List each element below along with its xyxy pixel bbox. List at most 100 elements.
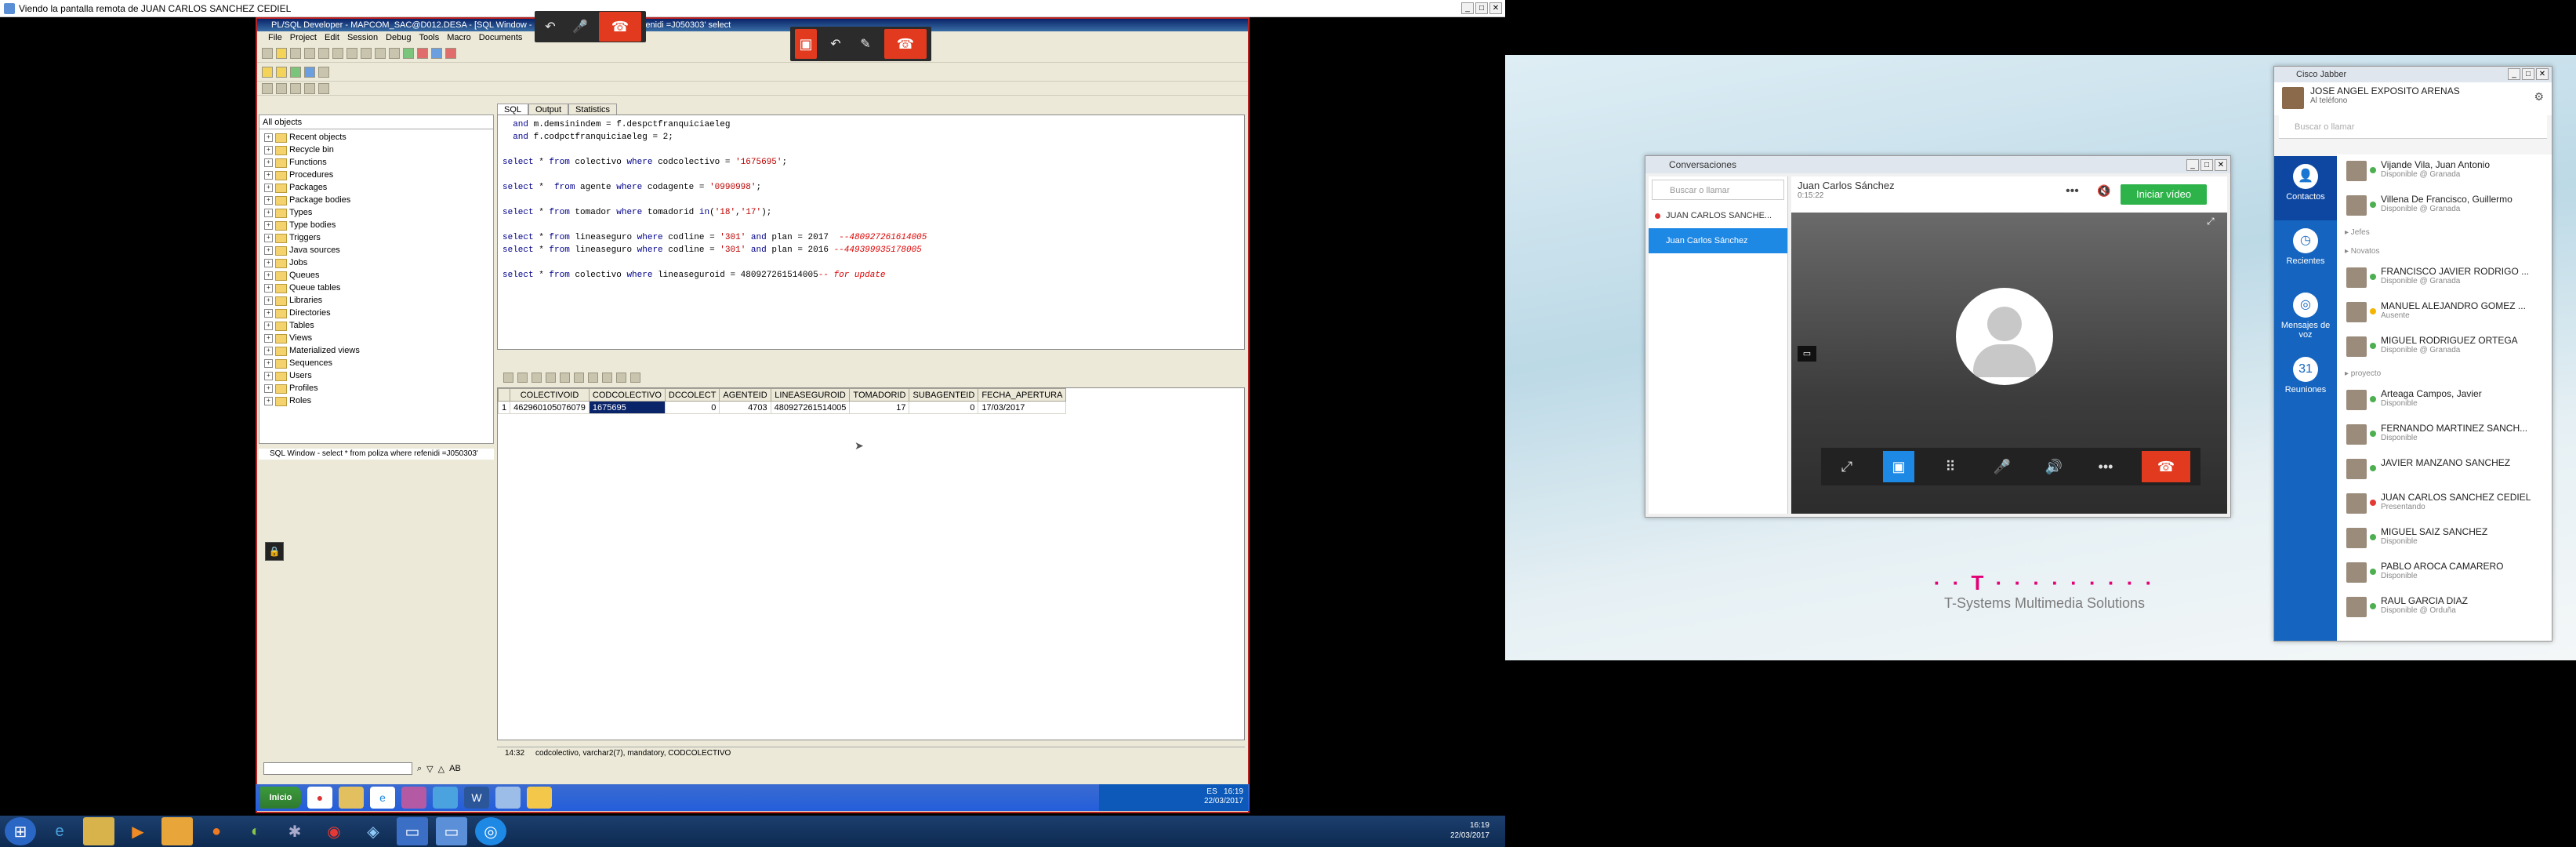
microphone-mute-icon[interactable]: 🎤 [1986, 451, 2018, 482]
object-tree-item[interactable]: Sequences [259, 357, 493, 369]
object-tree-item[interactable]: Triggers [259, 231, 493, 244]
contact-item[interactable]: MANUEL ALEJANDRO GOMEZ ... Ausente [2337, 296, 2552, 330]
object-tree-item[interactable]: Queue tables [259, 282, 493, 294]
save-icon[interactable] [290, 47, 301, 59]
settings-icon[interactable]: ✱ [279, 817, 310, 845]
refresh-icon[interactable] [262, 82, 273, 94]
object-tree-item[interactable]: Type bodies [259, 219, 493, 231]
app-task-icon[interactable] [433, 787, 458, 809]
more-icon[interactable]: ••• [2066, 184, 2079, 198]
post-icon[interactable] [560, 372, 570, 383]
table-cell[interactable]: 4703 [719, 401, 771, 414]
chart-icon[interactable] [630, 372, 640, 383]
folder-icon[interactable] [339, 787, 364, 809]
help-icon[interactable] [318, 66, 329, 78]
connection-icon[interactable] [276, 66, 287, 78]
object-tree-item[interactable]: Recent objects [259, 131, 493, 144]
binoculars-icon[interactable] [304, 82, 315, 94]
jabber-host-icon[interactable]: ◎ [475, 817, 506, 845]
print-icon[interactable] [304, 47, 315, 59]
object-tree-item[interactable]: Recycle bin [259, 144, 493, 156]
find-icon[interactable] [389, 47, 400, 59]
find-binoculars-icon[interactable]: ⌕ [417, 764, 422, 774]
menu-session[interactable]: Session [347, 31, 378, 44]
speaker-icon[interactable]: 🔊 [2038, 451, 2070, 482]
contact-item[interactable]: MIGUEL RODRIGUEZ ORTEGA Disponible @ Gran… [2337, 330, 2552, 365]
insert-record-icon[interactable] [532, 372, 542, 383]
column-header[interactable]: LINEASEGUROID [770, 388, 851, 402]
undo-icon[interactable] [318, 47, 329, 59]
chrome-host-icon[interactable]: ◉ [318, 817, 350, 845]
more-options-icon[interactable]: ••• [2090, 451, 2121, 482]
lock-record-icon[interactable] [517, 372, 528, 383]
redo-icon[interactable] [332, 47, 343, 59]
menu-macro[interactable]: Macro [447, 31, 471, 44]
contact-item[interactable]: PABLO AROCA CAMARERO Disponible [2337, 556, 2552, 591]
find-up-icon[interactable]: △ [438, 764, 444, 774]
conversation-item-selected[interactable]: Juan Carlos Sánchez [1649, 228, 1787, 253]
firefox-icon[interactable]: ● [201, 817, 232, 845]
keypad-icon[interactable]: ⠿ [1935, 451, 1966, 482]
commit-icon[interactable] [431, 47, 442, 59]
copy-icon[interactable] [361, 47, 372, 59]
column-header[interactable]: TOMADORID [849, 388, 910, 402]
table-cell[interactable]: 462960105076079 [510, 401, 590, 414]
contact-group-header[interactable]: ▸ Novatos [2337, 242, 2552, 261]
find-down-icon[interactable]: ▽ [426, 764, 433, 774]
paint-icon[interactable] [527, 787, 552, 809]
nav-voicemail[interactable]: ◎ Mensajes de voz [2274, 285, 2337, 349]
contact-item[interactable]: JAVIER MANZANO SANCHEZ [2337, 453, 2552, 487]
remove-icon[interactable] [290, 82, 301, 94]
rollback-icon[interactable] [445, 47, 456, 59]
menu-tools[interactable]: Tools [419, 31, 440, 44]
plsql-task-icon[interactable] [401, 787, 426, 809]
object-tree-item[interactable]: Libraries [259, 294, 493, 307]
ie-host-icon[interactable]: e [44, 817, 75, 845]
contact-item[interactable]: Villena De Francisco, Guillermo Disponibl… [2337, 189, 2552, 224]
table-cell[interactable]: 17/03/2017 [978, 401, 1067, 414]
remote-viewer-icon[interactable]: ▭ [397, 817, 428, 845]
word-icon[interactable]: W [464, 787, 489, 809]
object-tree-item[interactable]: Users [259, 369, 493, 382]
nav-meetings[interactable]: 31 Reuniones [2274, 349, 2337, 413]
object-tree-item[interactable]: Roles [259, 394, 493, 407]
contact-item[interactable]: JUAN CARLOS SANCHEZ CEDIEL Presentando [2337, 487, 2552, 522]
lock-icon[interactable]: 🔒 [265, 542, 284, 561]
open-icon[interactable] [276, 47, 287, 59]
contact-item[interactable]: FRANCISCO JAVIER RODRIGO ... Disponible @… [2337, 261, 2552, 296]
folder-host-icon[interactable] [83, 817, 114, 845]
ie-icon[interactable]: e [370, 787, 395, 809]
table-cell[interactable]: 0 [664, 401, 720, 414]
expand-icon[interactable]: ⤢ [1831, 451, 1863, 482]
sql-editor[interactable]: and m.demsinindem = f.despctfranquiciael… [497, 115, 1245, 350]
result-grid[interactable]: COLECTIVOID CODCOLECTIVO DCCOLECT AGENTEID L… [497, 387, 1245, 740]
menu-documents[interactable]: Documents [479, 31, 523, 44]
object-tree-item[interactable]: Views [259, 332, 493, 344]
object-tree-item[interactable]: Queues [259, 269, 493, 282]
object-tree-item[interactable]: Materialized views [259, 344, 493, 357]
object-tree-item[interactable]: Packages [259, 181, 493, 194]
undo-icon[interactable]: ↶ [539, 16, 561, 38]
column-header[interactable]: AGENTEID [719, 388, 771, 402]
grid-icon[interactable] [503, 372, 513, 383]
user-status[interactable]: Al teléfono [2310, 96, 2545, 105]
object-tree-item[interactable]: Jobs [259, 256, 493, 269]
column-header[interactable]: COLECTIVOID [510, 388, 590, 402]
minimize-button[interactable]: _ [1461, 2, 1474, 14]
settings-gear-icon[interactable]: ⚙ [2534, 90, 2544, 104]
undo-share-icon[interactable]: ↶ [825, 33, 847, 55]
contact-item[interactable]: MIGUEL SAIZ SANCHEZ Disponible [2337, 522, 2552, 556]
contact-item[interactable]: Arteaga Campos, Javier Disponible [2337, 384, 2552, 418]
find-input[interactable] [263, 762, 412, 775]
object-tree-item[interactable]: Profiles [259, 382, 493, 394]
chrome-icon[interactable]: ● [307, 787, 332, 809]
logon-icon[interactable] [290, 66, 301, 78]
nav-recents[interactable]: ◷ Recientes [2274, 220, 2337, 285]
start-button[interactable]: Inicio [260, 787, 301, 809]
paste-icon[interactable] [375, 47, 386, 59]
conversation-item[interactable]: JUAN CARLOS SANCHE... [1649, 203, 1787, 228]
video-off-icon[interactable]: ▭ [1798, 346, 1816, 362]
conversation-search-input[interactable]: Buscar o llamar [1652, 180, 1784, 200]
share-screen-button[interactable]: ▣ [795, 29, 817, 59]
contact-item[interactable]: FERNANDO MARTINEZ SANCH... Disponible [2337, 418, 2552, 453]
